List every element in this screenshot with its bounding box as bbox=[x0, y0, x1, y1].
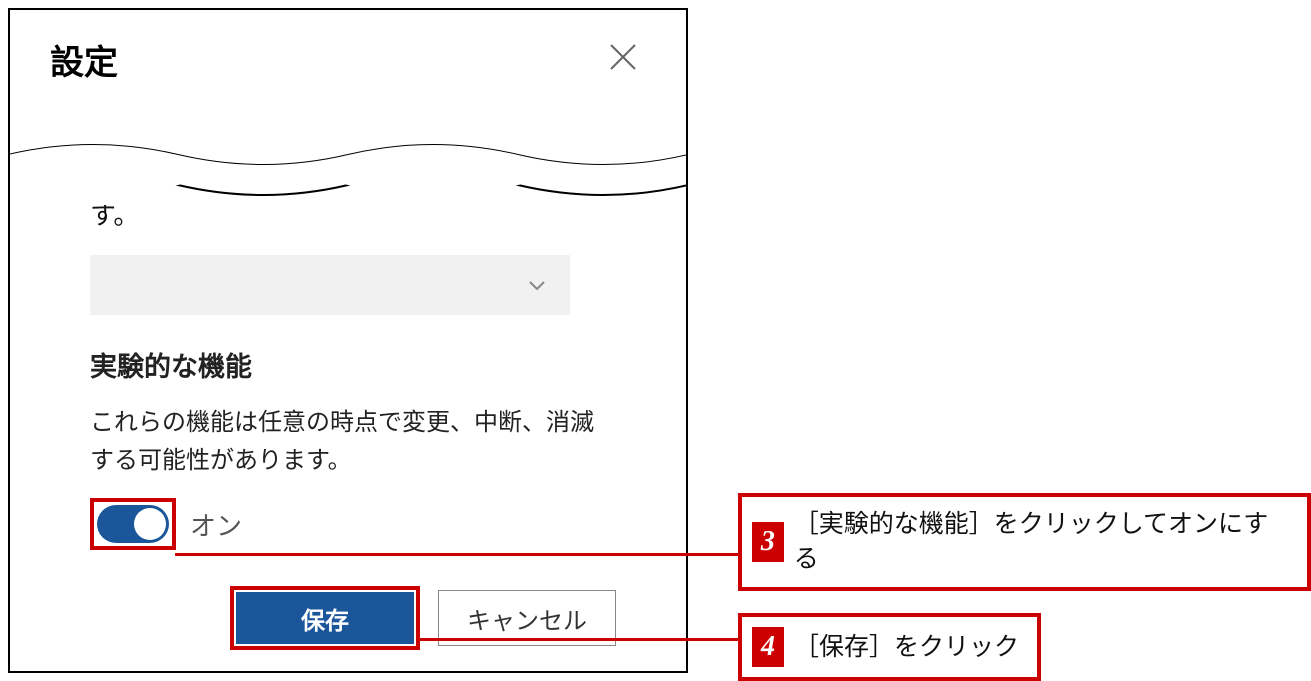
experimental-section-title: 実験的な機能 bbox=[90, 345, 616, 384]
truncation-wave bbox=[8, 135, 688, 205]
callout-text: ［保存］をクリック bbox=[794, 630, 1019, 665]
toggle-state-label: オン bbox=[190, 506, 242, 543]
callout-number: 4 bbox=[752, 627, 784, 667]
callout-step-3: 3 ［実験的な機能］をクリックしてオンにする bbox=[738, 493, 1311, 591]
toggle-row: オン bbox=[90, 498, 616, 550]
cancel-button-label: キャンセル bbox=[467, 601, 587, 636]
save-button-label: 保存 bbox=[301, 601, 349, 636]
toggle-knob bbox=[134, 508, 166, 540]
callout-text: ［実験的な機能］をクリックしてオンにする bbox=[794, 507, 1289, 577]
format-dropdown[interactable] bbox=[90, 255, 570, 315]
callout-connector-3 bbox=[175, 553, 738, 556]
close-icon[interactable] bbox=[600, 38, 646, 82]
dialog-header: 設定 bbox=[10, 10, 686, 104]
save-button[interactable]: 保存 bbox=[236, 592, 414, 644]
callout-number: 3 bbox=[752, 522, 784, 562]
callout-connector-4 bbox=[418, 638, 738, 641]
dialog-title: 設定 bbox=[50, 35, 118, 84]
chevron-down-icon bbox=[528, 279, 546, 291]
callout-highlight-toggle bbox=[90, 498, 176, 550]
experimental-toggle[interactable] bbox=[97, 505, 169, 543]
settings-dialog: 設定 す。 実験的な機能 これらの機能は任意の時点で変更、中断、消滅する可能性が… bbox=[8, 8, 688, 673]
experimental-section-desc: これらの機能は任意の時点で変更、中断、消滅する可能性があります。 bbox=[90, 404, 616, 481]
dialog-body: す。 実験的な機能 これらの機能は任意の時点で変更、中断、消滅する可能性がありま… bbox=[10, 185, 686, 670]
callout-step-4: 4 ［保存］をクリック bbox=[738, 613, 1041, 681]
callout-highlight-save: 保存 bbox=[230, 586, 420, 650]
